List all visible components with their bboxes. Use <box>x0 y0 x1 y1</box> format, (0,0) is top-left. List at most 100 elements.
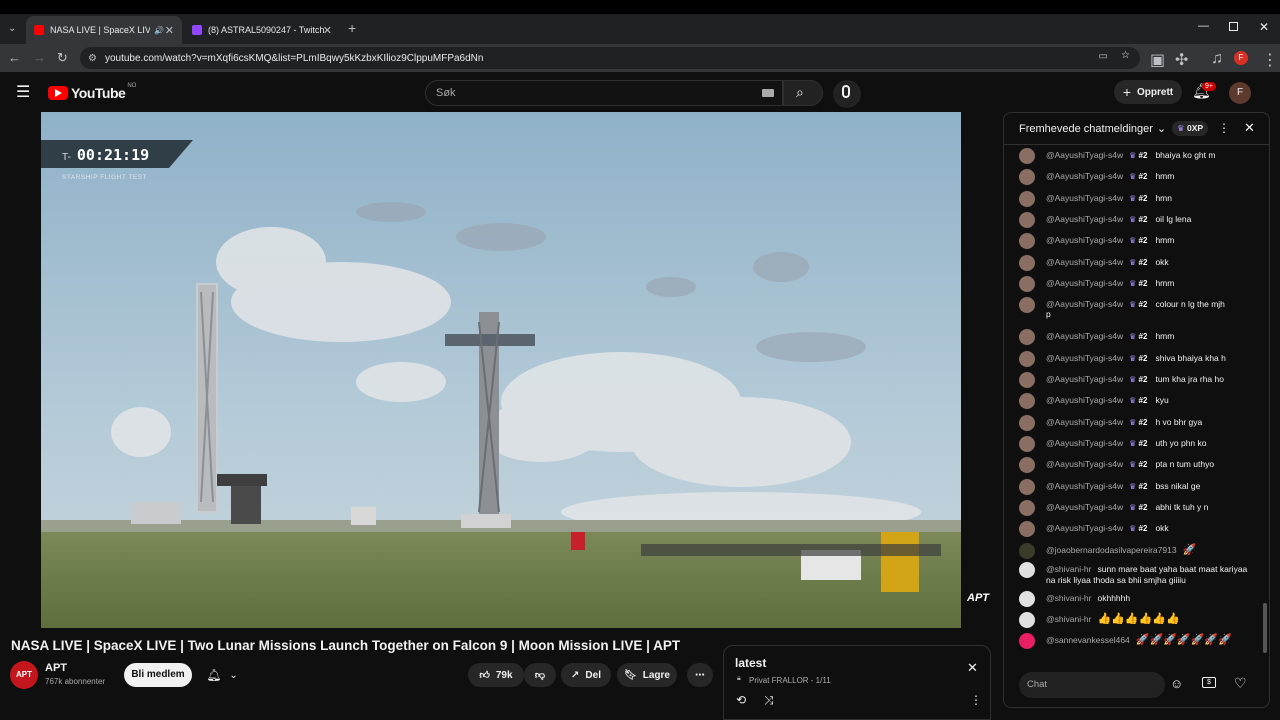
chat-author-name[interactable]: @AayushiTyagi-s4w <box>1046 214 1123 224</box>
profile-avatar[interactable]: F <box>1234 51 1248 65</box>
chat-menu-icon[interactable]: ⋮ <box>1218 121 1230 135</box>
chat-author-avatar[interactable] <box>1019 479 1035 495</box>
close-tab-icon[interactable]: ✕ <box>323 24 332 37</box>
address-bar[interactable]: ⚙ youtube.com/watch?v=mXqfi6csKMQ&list=P… <box>80 47 1140 69</box>
close-window-icon[interactable]: ✕ <box>1259 20 1269 34</box>
xp-badge[interactable]: ♛ 0XP <box>1172 121 1209 136</box>
emoji-icon[interactable]: ☺ <box>1170 676 1183 691</box>
chat-author-name[interactable]: @shivani-hr <box>1046 614 1091 624</box>
chat-author-name[interactable]: @AayushiTyagi-s4w <box>1046 171 1123 181</box>
bookmark-star-icon[interactable]: ☆ <box>1121 50 1130 61</box>
keyboard-icon[interactable] <box>762 89 774 97</box>
puzzle-icon[interactable]: ✣ <box>1175 50 1191 69</box>
close-playlist-icon[interactable]: ✕ <box>967 660 978 676</box>
chat-author-name[interactable]: @AayushiTyagi-s4w <box>1046 459 1123 469</box>
chat-author-avatar[interactable] <box>1019 255 1035 271</box>
extension-icon[interactable]: ▣ <box>1150 50 1166 69</box>
chat-author-name[interactable]: @AayushiTyagi-s4w <box>1046 417 1123 427</box>
chat-author-avatar[interactable] <box>1019 148 1035 164</box>
chat-author-name[interactable]: @shivani-hr <box>1046 564 1091 574</box>
join-button[interactable]: Bli medlem <box>124 663 192 687</box>
channel-watermark[interactable]: APT <box>967 592 989 604</box>
chat-scrollbar[interactable] <box>1263 603 1267 653</box>
chat-author-name[interactable]: @sannevankessel464 <box>1046 635 1130 645</box>
share-button[interactable]: ↗ Del <box>561 663 611 687</box>
search-input[interactable]: Søk <box>425 80 783 106</box>
close-chat-icon[interactable]: ✕ <box>1244 120 1255 136</box>
chat-author-name[interactable]: @AayushiTyagi-s4w <box>1046 523 1123 533</box>
minimize-icon[interactable]: — <box>1198 20 1209 32</box>
chat-author-avatar[interactable] <box>1019 612 1035 628</box>
search-button[interactable]: ⌕ <box>783 80 823 106</box>
chat-mode-selector[interactable]: Fremhevede chatmeldinger ⌄ <box>1019 122 1166 136</box>
restore-icon[interactable] <box>1229 22 1238 31</box>
chat-author-name[interactable]: @AayushiTyagi-s4w <box>1046 395 1123 405</box>
tab-list-chevron-icon[interactable]: ⌄ <box>8 23 16 34</box>
playlist-menu-icon[interactable]: ⋮ <box>970 693 982 707</box>
chat-author-avatar[interactable] <box>1019 500 1035 516</box>
forward-icon[interactable]: → <box>33 50 49 66</box>
chat-author-avatar[interactable] <box>1019 543 1035 559</box>
chat-author-name[interactable]: @AayushiTyagi-s4w <box>1046 278 1123 288</box>
heart-icon[interactable]: ♡ <box>1234 675 1247 692</box>
chat-author-avatar[interactable] <box>1019 633 1035 649</box>
create-button[interactable]: + Opprett <box>1114 80 1182 104</box>
youtube-logo[interactable]: YouTube NO <box>48 83 136 101</box>
chat-author-avatar[interactable] <box>1019 415 1035 431</box>
chat-author-name[interactable]: @joaobernardodasilvapereira7913 <box>1046 545 1177 555</box>
channel-name[interactable]: APT <box>45 662 67 674</box>
crown-icon: ♛ <box>1129 194 1139 203</box>
chat-author-avatar[interactable] <box>1019 436 1035 452</box>
chat-author-avatar[interactable] <box>1019 191 1035 207</box>
channel-avatar[interactable]: APT <box>10 661 38 689</box>
chat-author-avatar[interactable] <box>1019 297 1035 313</box>
like-button[interactable]: 👍︎ 79k <box>468 663 524 687</box>
chat-author-avatar[interactable] <box>1019 393 1035 409</box>
shuffle-icon[interactable]: ⤨ <box>764 693 774 708</box>
voice-search-button[interactable] <box>833 80 861 108</box>
chat-author-avatar[interactable] <box>1019 169 1035 185</box>
close-tab-icon[interactable]: ✕ <box>165 24 174 37</box>
chat-author-name[interactable]: @AayushiTyagi-s4w <box>1046 374 1123 384</box>
loop-icon[interactable]: ⟲ <box>736 693 746 707</box>
chat-author-name[interactable]: @AayushiTyagi-s4w <box>1046 331 1123 341</box>
chat-author-name[interactable]: @AayushiTyagi-s4w <box>1046 438 1123 448</box>
chat-author-name[interactable]: @AayushiTyagi-s4w <box>1046 235 1123 245</box>
chat-author-avatar[interactable] <box>1019 212 1035 228</box>
back-icon[interactable]: ← <box>8 50 24 66</box>
chat-author-avatar[interactable] <box>1019 562 1035 578</box>
chat-author-avatar[interactable] <box>1019 233 1035 249</box>
chat-author-name[interactable]: @AayushiTyagi-s4w <box>1046 502 1123 512</box>
dislike-button[interactable]: 👎︎ <box>524 663 556 687</box>
tab-youtube[interactable]: NASA LIVE | SpaceX LIVE | T 🔊 ✕ <box>26 16 182 44</box>
chat-author-name[interactable]: @AayushiTyagi-s4w <box>1046 481 1123 491</box>
chat-input[interactable]: Chat <box>1019 672 1165 698</box>
subscribe-notifications-button[interactable]: 🔔︎ ⌄ <box>197 663 247 687</box>
chat-author-name[interactable]: @AayushiTyagi-s4w <box>1046 193 1123 203</box>
super-chat-icon[interactable]: $ <box>1202 677 1216 688</box>
install-icon[interactable]: ▭ <box>1099 51 1108 62</box>
chat-author-name[interactable]: @AayushiTyagi-s4w <box>1046 150 1123 160</box>
chat-author-avatar[interactable] <box>1019 372 1035 388</box>
reload-icon[interactable]: ↻ <box>57 50 73 66</box>
chat-author-avatar[interactable] <box>1019 591 1035 607</box>
site-info-icon[interactable]: ⚙ <box>88 53 97 64</box>
chat-author-name[interactable]: @AayushiTyagi-s4w <box>1046 299 1123 309</box>
hamburger-menu-icon[interactable]: ☰ <box>16 82 30 102</box>
chat-author-avatar[interactable] <box>1019 351 1035 367</box>
tab-twitch[interactable]: (8) ASTRAL5090247 - Twitch ✕ <box>184 16 340 44</box>
chat-author-avatar[interactable] <box>1019 457 1035 473</box>
chat-author-name[interactable]: @shivani-hr <box>1046 593 1091 603</box>
save-button[interactable]: 🔖︎ Lagre <box>617 663 677 687</box>
video-player[interactable]: T- 00:21:19 STARSHIP FLIGHT TEST <box>41 112 961 628</box>
browser-menu-icon[interactable]: ⋮ <box>1262 50 1278 69</box>
chat-author-avatar[interactable] <box>1019 276 1035 292</box>
chat-author-avatar[interactable] <box>1019 521 1035 537</box>
chat-author-name[interactable]: @AayushiTyagi-s4w <box>1046 257 1123 267</box>
new-tab-icon[interactable]: + <box>348 20 356 36</box>
more-actions-button[interactable]: ⋯ <box>687 663 713 687</box>
chat-author-avatar[interactable] <box>1019 329 1035 345</box>
chat-author-name[interactable]: @AayushiTyagi-s4w <box>1046 353 1123 363</box>
media-control-icon[interactable]: ♫ <box>1211 50 1227 67</box>
user-avatar[interactable]: F <box>1229 82 1251 104</box>
